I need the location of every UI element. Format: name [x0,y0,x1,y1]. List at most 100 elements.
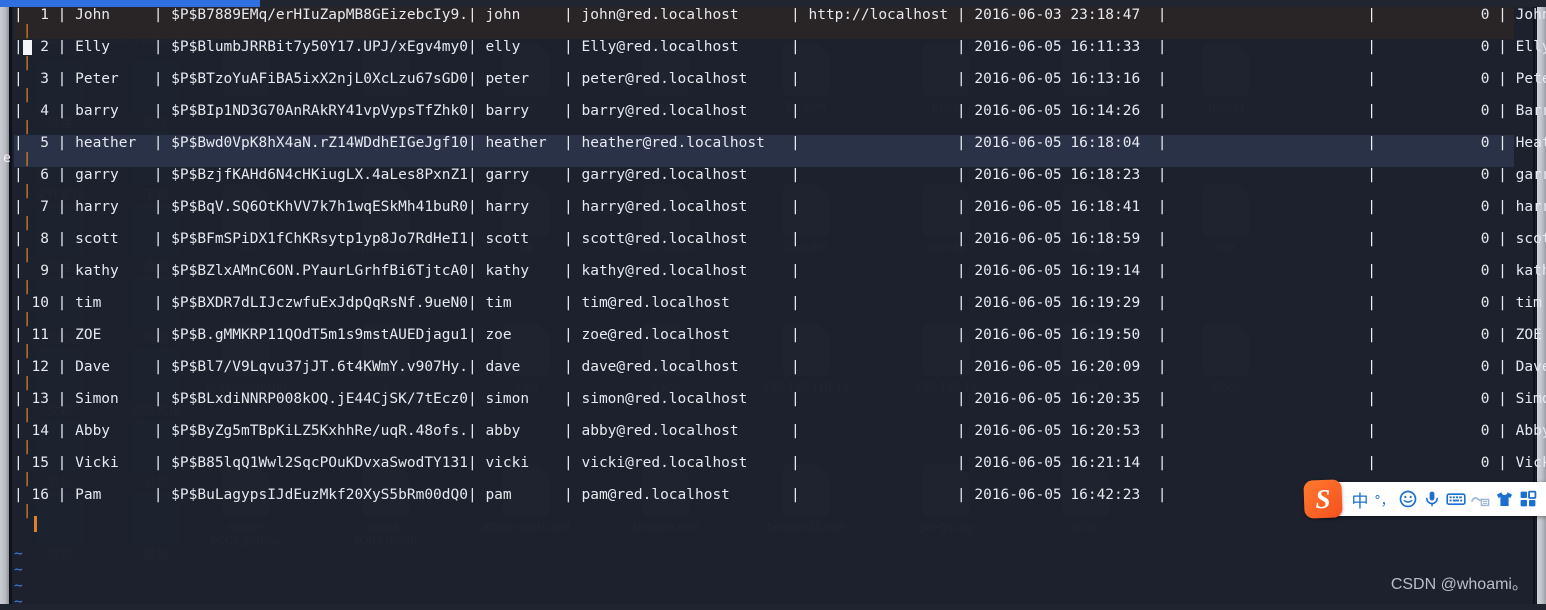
column-separator: | [564,103,573,119]
left-scrollbar[interactable] [0,7,12,604]
column-separator: | [1367,423,1376,439]
skin-icon[interactable] [1492,482,1516,516]
table-row-text: | 6 | garry | $P$BzjfKAHd6N4cHKiugLX.4aL… [14,167,1546,183]
column-separator: | [57,7,67,23]
table-row: | 2 | Elly | $P$BlumbJRRBit7y50Y17.UPJ/x… [14,39,1546,71]
column-separator: | [57,327,67,343]
column-separator: | [14,135,23,151]
table-row: | 5 | heather | $P$Bwd0VpK8hX4aN.rZ14WDd… [3,135,1546,167]
column-separator: | [467,391,477,407]
column-separator: | [1157,327,1167,343]
column-separator: | [1367,135,1376,151]
punctuation-mode-icon[interactable]: °， [1372,482,1396,516]
table-row: | 6 | garry | $P$BzjfKAHd6N4cHKiugLX.4aL… [14,167,1546,199]
column-separator: | [153,455,163,471]
row-continuation-bar: | [14,471,32,487]
table-row: | 13 | Simon | $P$BLxdiNNRP008kOQ.jE44Cj… [14,391,1546,423]
column-separator: | [1367,39,1376,55]
column-separator: | [791,135,800,151]
toolbox-icon[interactable] [1516,482,1540,516]
column-separator: | [153,263,163,279]
column-separator: | [791,359,800,375]
table-row-text: | 13 | Simon | $P$BLxdiNNRP008kOQ.jE44Cj… [14,391,1546,407]
column-separator: | [57,423,67,439]
column-separator: | [564,71,573,87]
column-separator: | [1498,295,1507,311]
column-separator: | [1157,423,1167,439]
row-continuation-bar: | [14,183,32,199]
handwriting-icon[interactable] [1468,482,1492,516]
column-separator: | [467,71,477,87]
column-separator: | [467,39,477,55]
column-separator: | [467,295,477,311]
column-separator: | [57,231,67,247]
column-separator: | [564,295,573,311]
column-separator: | [956,359,966,375]
column-separator: | [1157,391,1167,407]
table-row-text: | 3 | Peter | $P$BTzoYuAFiBA5ixX2njL0XcL… [14,71,1546,87]
table-row: | 8 | scott | $P$BFmSPiDX1fChKRsytp1yp8J… [14,231,1546,263]
column-separator: | [1157,487,1167,503]
column-separator: | [14,167,23,183]
column-separator: | [791,39,800,55]
terminal-cursor [34,516,37,532]
table-row: | 16 | Pam | $P$BuLagypsIJdEuzMkf20XyS5b… [14,487,1542,519]
chinese-mode-icon[interactable]: 中 [1348,482,1372,516]
column-separator: | [956,487,966,503]
text-cursor [23,40,32,55]
column-separator: | [1498,231,1507,247]
column-separator: | [467,455,477,471]
voice-input-icon[interactable] [1420,482,1444,516]
column-separator: | [791,455,800,471]
emoji-icon[interactable] [1396,482,1420,516]
row-continuation-bar: | [14,439,32,455]
column-separator: | [564,263,573,279]
column-separator: | [153,487,163,503]
column-separator: | [1157,455,1167,471]
active-tab-indicator [0,0,260,7]
table-row-text: | 12 | Dave | $P$Bl7/V9Lqvu37jJT.6t4KWmY… [14,359,1546,375]
column-separator: | [153,135,163,151]
column-separator: | [153,39,163,55]
table-row: | 14 | Abby | $P$ByZg5mTBpKiLZ5KxhhRe/uq… [14,423,1546,455]
column-separator: | [14,391,23,407]
column-separator: | [14,295,23,311]
column-separator: | [791,103,800,119]
column-separator: | [57,391,67,407]
column-separator: | [14,263,23,279]
column-separator: | [1498,455,1507,471]
row-continuation-bar: | [14,119,32,135]
column-separator: | [564,423,573,439]
watermark: CSDN @whoami。 [1390,576,1528,593]
column-separator: | [564,487,573,503]
sogou-logo-icon[interactable]: S [1303,479,1343,519]
column-separator: | [1157,295,1167,311]
table-row: | 1 | John | $P$B7889EMq/erHIuZapMB8GEiz… [14,7,1546,39]
column-separator: | [956,199,966,215]
column-separator: | [791,391,800,407]
column-separator: | [57,103,67,119]
column-separator: | [467,487,477,503]
column-separator: | [791,487,800,503]
column-separator: | [14,7,23,23]
column-separator: | [956,39,966,55]
column-separator: | [14,231,23,247]
column-separator: | [1367,71,1376,87]
soft-keyboard-icon[interactable] [1444,482,1468,516]
column-separator: | [1498,327,1507,343]
column-separator: | [57,359,67,375]
column-separator: | [14,39,23,55]
column-separator: | [1498,199,1507,215]
column-separator: | [956,263,966,279]
table-row-text: | 1 | John | $P$B7889EMq/erHIuZapMB8GEiz… [14,7,1546,23]
column-separator: | [153,391,163,407]
column-separator: | [1157,231,1167,247]
row-continuation-bar: | [14,311,32,327]
column-separator: | [14,71,23,87]
column-separator: | [1367,103,1376,119]
window-titlebar[interactable] [0,0,1546,7]
column-separator: | [1157,135,1167,151]
column-separator: | [956,295,966,311]
sogou-ime-toolbar[interactable]: S 中 °， [1303,479,1546,519]
column-separator: | [956,135,966,151]
